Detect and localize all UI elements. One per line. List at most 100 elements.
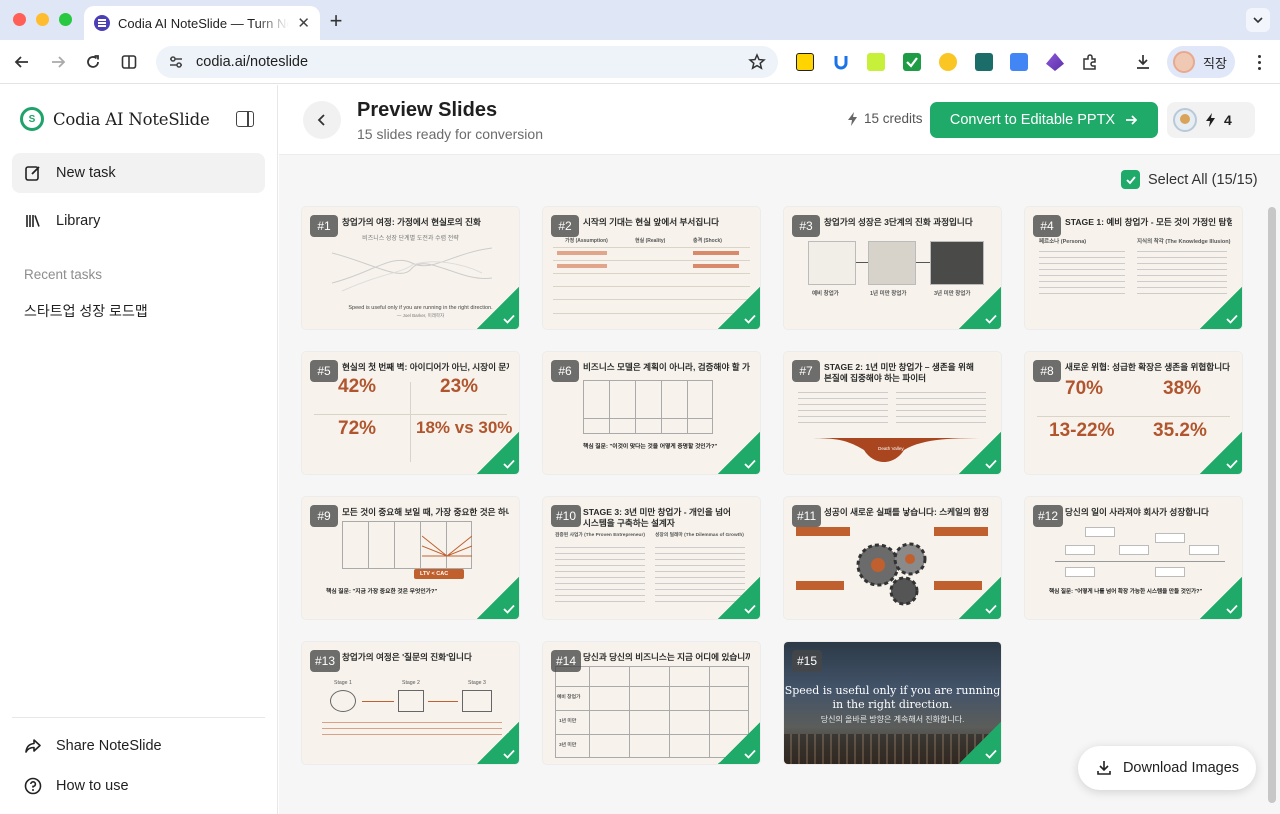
slide-thumbnail[interactable]: #13 창업가의 여정은 '질문의 진화'입니다 Stage 1 Stage 2… <box>302 642 519 764</box>
table-header: 충격 (Shock) <box>693 238 722 244</box>
profile-button[interactable]: 직장 <box>1167 46 1235 78</box>
slide-thumbnail[interactable]: #6 비즈니스 모델은 계획이 아니라, 검증해야 할 가설의 묶음입니다 핵심… <box>543 352 760 474</box>
selected-indicator[interactable] <box>477 722 519 764</box>
slide-thumbnail[interactable]: #15 Speed is useful only if you are runn… <box>784 642 1001 764</box>
slide-number-badge: #12 <box>1033 505 1064 527</box>
slide-thumbnail[interactable]: #5 현실의 첫 번째 벽: 아이디어가 아닌, 시장이 문제를 결정합니다 4… <box>302 352 519 474</box>
selected-indicator[interactable] <box>1200 577 1242 619</box>
download-images-button[interactable]: Download Images <box>1078 746 1256 790</box>
sidebar-item-label: New task <box>56 165 116 181</box>
split-view-icon[interactable] <box>117 50 141 74</box>
slide-title: 성공이 새로운 실패를 낳습니다: 스케일의 함정 <box>824 507 990 517</box>
selected-indicator[interactable] <box>959 722 1001 764</box>
how-to-use-link[interactable]: How to use <box>12 766 265 806</box>
new-tab-icon[interactable]: + <box>326 8 346 34</box>
slide-thumbnail[interactable]: #11 성공이 새로운 실패를 낳습니다: 스케일의 함정 <box>784 497 1001 619</box>
minimize-window-button[interactable] <box>36 13 49 26</box>
select-all-toggle[interactable]: Select All (15/15) <box>1121 170 1258 189</box>
selected-indicator[interactable] <box>1200 432 1242 474</box>
back-button[interactable] <box>303 101 341 139</box>
column-heading: 검증된 사업가 (The Proven Entrepreneur) <box>555 533 645 538</box>
sidebar-item-library[interactable]: Library <box>12 201 265 241</box>
slide-thumbnail[interactable]: #3 창업가의 성장은 3단계의 진화 과정입니다 예비 창업가 1년 미만 창… <box>784 207 1001 329</box>
translate-extension-icon[interactable] <box>1010 53 1028 71</box>
browser-tab[interactable]: Codia AI NoteSlide — Turn Notes into Sli… <box>84 6 320 40</box>
extension-green-icon[interactable] <box>867 53 885 71</box>
chevron-left-icon <box>317 114 325 126</box>
selected-indicator[interactable] <box>959 287 1001 329</box>
reload-icon[interactable] <box>81 50 105 74</box>
selected-indicator[interactable] <box>718 722 760 764</box>
extensions-puzzle-icon[interactable] <box>1081 53 1099 71</box>
selected-indicator[interactable] <box>1200 287 1242 329</box>
slide-number-badge: #2 <box>551 215 579 237</box>
selected-indicator[interactable] <box>477 287 519 329</box>
recent-tasks-label: Recent tasks <box>24 267 103 282</box>
selected-indicator[interactable] <box>718 432 760 474</box>
slide-number-badge: #1 <box>310 215 338 237</box>
maximize-window-button[interactable] <box>59 13 72 26</box>
sidebar-item-new-task[interactable]: New task <box>12 153 265 193</box>
slide-thumbnail[interactable]: #14 당신과 당신의 비즈니스는 지금 어디에 있습니까? 예비 창업가 1년… <box>543 642 760 764</box>
download-icon[interactable] <box>1134 53 1152 71</box>
slide-thumbnail[interactable]: #8 새로운 위협: 성급한 확장은 생존을 위협합니다 70% 38% 13-… <box>1025 352 1242 474</box>
slide-number-badge: #6 <box>551 360 579 382</box>
convert-to-pptx-button[interactable]: Convert to Editable PPTX <box>930 102 1158 138</box>
extension-r-icon[interactable] <box>796 53 814 71</box>
table-row-label: 3년 미만 <box>559 743 577 748</box>
selected-indicator[interactable] <box>477 577 519 619</box>
bookmark-star-icon[interactable] <box>748 53 766 71</box>
brand-name: Codia AI NoteSlide <box>53 109 210 129</box>
sidebar-item-label: Share NoteSlide <box>56 738 162 754</box>
check-icon <box>1226 604 1238 614</box>
site-info-icon[interactable] <box>168 54 184 70</box>
slide-thumbnail[interactable]: #7 STAGE 2: 1년 미만 창업가 – 생존을 위해 본질에 집중해야 … <box>784 352 1001 474</box>
extension-tree-icon[interactable] <box>975 53 993 71</box>
slide-title: STAGE 2: 1년 미만 창업가 – 생존을 위해 본질에 집중해야 하는 … <box>824 362 974 383</box>
tab-close-icon[interactable]: ✕ <box>297 14 310 32</box>
recent-task-item[interactable]: 스타트업 성장 로드맵 <box>24 301 148 321</box>
column-heading: 지식의 착각 (The Knowledge Illusion) <box>1137 239 1231 245</box>
slide-thumbnail[interactable]: #10 STAGE 3: 3년 미만 창업가 - 개인을 넘어 시스템을 구축하… <box>543 497 760 619</box>
brand[interactable]: S Codia AI NoteSlide <box>20 107 210 131</box>
extension-note-icon[interactable] <box>939 53 957 71</box>
slide-quote-author: — Joel Barker, 미래학자 <box>396 313 445 318</box>
collapse-sidebar-icon[interactable] <box>236 111 254 127</box>
slide-title: 창업가의 여정은 '질문의 진화'입니다 <box>342 652 472 662</box>
selected-indicator[interactable] <box>959 432 1001 474</box>
selected-indicator[interactable] <box>477 432 519 474</box>
slide-number-badge: #13 <box>310 650 341 672</box>
selected-indicator[interactable] <box>959 577 1001 619</box>
extension-u-icon[interactable] <box>832 53 850 71</box>
stat-value: 38% <box>1163 378 1202 399</box>
slide-thumbnail[interactable]: #9 모든 것이 중요해 보일 때, 가장 중요한 것은 하나를 찾는 것입니다… <box>302 497 519 619</box>
scrollbar-thumb[interactable] <box>1268 207 1276 803</box>
user-credits-pill[interactable]: 4 <box>1167 102 1255 138</box>
check-icon <box>503 604 515 614</box>
slide-thumbnail[interactable]: #4 STAGE 1: 예비 창업가 - 모든 것이 가정인 탐험가 페르소나 … <box>1025 207 1242 329</box>
tab-search-button[interactable] <box>1246 8 1270 32</box>
share-noteslide-link[interactable]: Share NoteSlide <box>12 726 265 766</box>
browser-menu-icon[interactable] <box>1250 53 1268 71</box>
check-icon <box>1125 175 1136 184</box>
back-arrow-icon[interactable] <box>10 50 34 74</box>
stat-value: 72% <box>338 418 377 439</box>
selected-indicator[interactable] <box>718 577 760 619</box>
forward-arrow-icon[interactable] <box>46 50 70 74</box>
slide-quote: Speed is useful only if you are running … <box>784 684 1001 712</box>
selected-indicator[interactable] <box>718 287 760 329</box>
check-icon <box>503 459 515 469</box>
select-all-checkbox[interactable] <box>1121 170 1140 189</box>
close-window-button[interactable] <box>13 13 26 26</box>
extension-check-icon[interactable] <box>903 53 921 71</box>
address-bar[interactable]: codia.ai/noteslide <box>156 46 778 78</box>
stat-value: 42% <box>338 376 377 397</box>
slide-thumbnail[interactable]: #2 시작의 기대는 현실 앞에서 부서집니다 가정 (Assumption) … <box>543 207 760 329</box>
slide-thumbnail[interactable]: #12 당신의 일이 사라져야 회사가 성장합니다 핵심 질문: "어떻게 나를… <box>1025 497 1242 619</box>
slide-number-badge: #11 <box>792 505 822 527</box>
funnel-illustration <box>422 535 472 557</box>
slide-thumbnail[interactable]: #1 창업가의 여정: 가정에서 현실로의 진화 비즈니스 성장 단계별 도전과… <box>302 207 519 329</box>
extension-gem-icon[interactable] <box>1046 53 1064 71</box>
slide-number-badge: #3 <box>792 215 820 237</box>
stage-label: Stage 3 <box>468 680 486 686</box>
